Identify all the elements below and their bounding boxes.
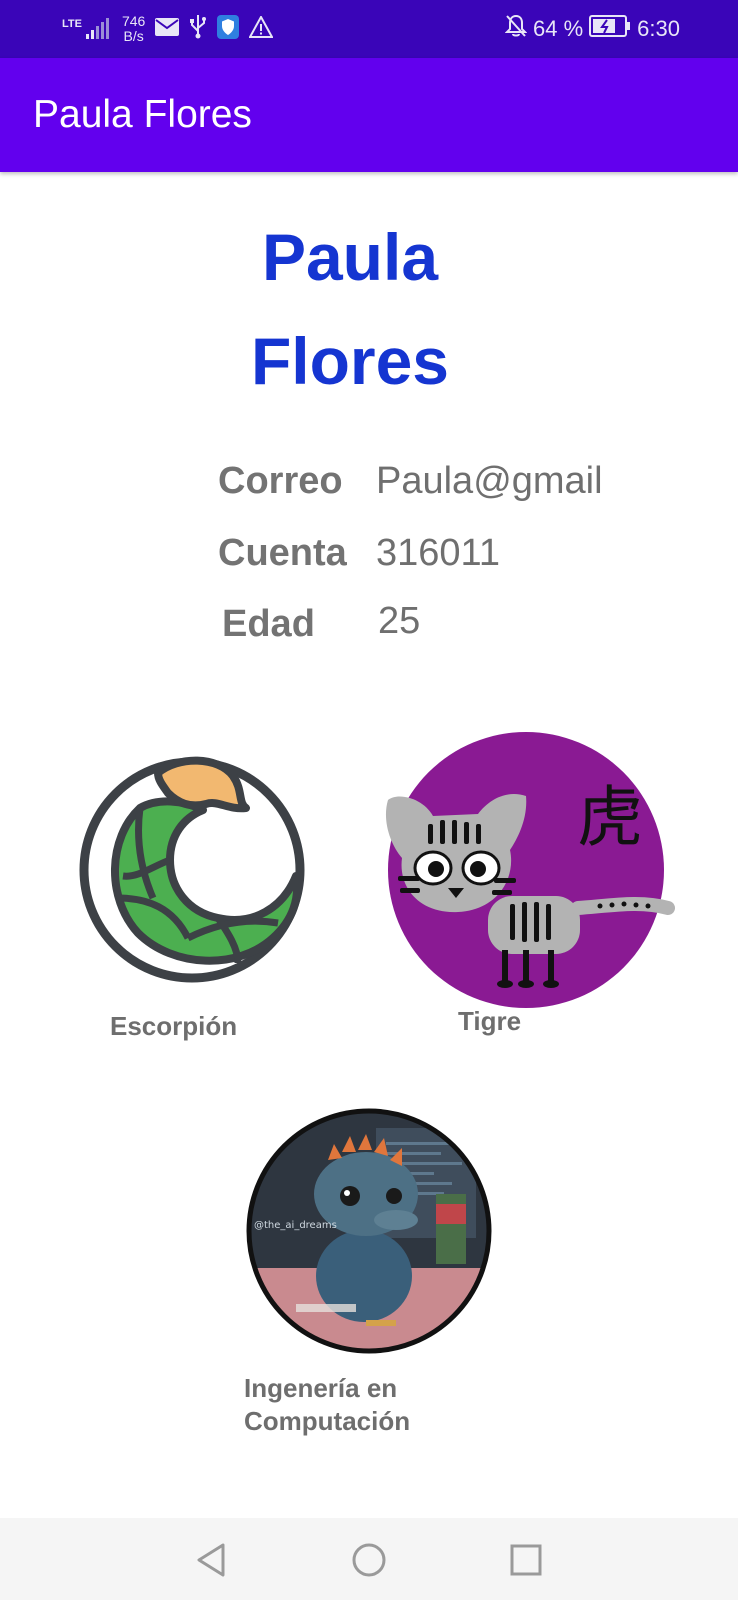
network-speed-unit: B/s <box>123 28 144 44</box>
profile-name: Paula Flores <box>250 220 450 398</box>
status-bar: LTE 746 B/s 64 % 6:30 <box>0 0 738 58</box>
zodiac-image <box>78 748 306 984</box>
battery-icon <box>589 15 631 43</box>
account-label: Cuenta <box>218 532 347 574</box>
warning-icon <box>248 14 275 43</box>
network-speed-value: 746 <box>121 13 146 29</box>
mail-icon <box>155 17 180 41</box>
recents-button[interactable] <box>504 1538 548 1582</box>
shield-icon <box>217 14 240 44</box>
bell-off-icon <box>504 14 528 44</box>
app-bar-title: Paula Flores <box>33 93 252 136</box>
recents-icon <box>510 1544 542 1576</box>
status-bar-left: LTE 746 B/s <box>62 12 275 46</box>
career-image-watermark: @the_ai_dreams <box>254 1220 337 1231</box>
network-speed: 746 B/s <box>122 14 145 44</box>
network-type: LTE <box>62 18 82 30</box>
back-icon <box>197 1543 225 1577</box>
back-button[interactable] <box>189 1538 233 1582</box>
chinese-zodiac-image: 虎 <box>378 728 678 1008</box>
career-image: @the_ai_dreams <box>246 1108 492 1354</box>
chinese-zodiac-caption: Tigre <box>458 1006 522 1036</box>
home-button[interactable] <box>347 1538 391 1582</box>
age-value: 25 <box>378 600 421 642</box>
status-bar-right: 64 % 6:30 <box>504 12 680 46</box>
email-label: Correo <box>218 460 343 502</box>
account-value: 316011 <box>376 532 500 574</box>
age-label: Edad <box>222 603 315 645</box>
zodiac-caption: Escorpión <box>110 1011 238 1041</box>
tiger-glyph: 虎 <box>577 779 643 856</box>
signal-icon: LTE <box>62 18 112 40</box>
navigation-bar <box>0 1518 738 1600</box>
battery-percent: 64 % <box>533 16 584 41</box>
email-value: Paula@gmail <box>376 460 603 502</box>
home-icon <box>352 1543 386 1577</box>
career-caption: Ingenería en Computación <box>244 1373 411 1436</box>
app-bar: Paula Flores <box>0 58 738 172</box>
usb-icon <box>189 14 207 44</box>
clock: 6:30 <box>637 16 680 41</box>
